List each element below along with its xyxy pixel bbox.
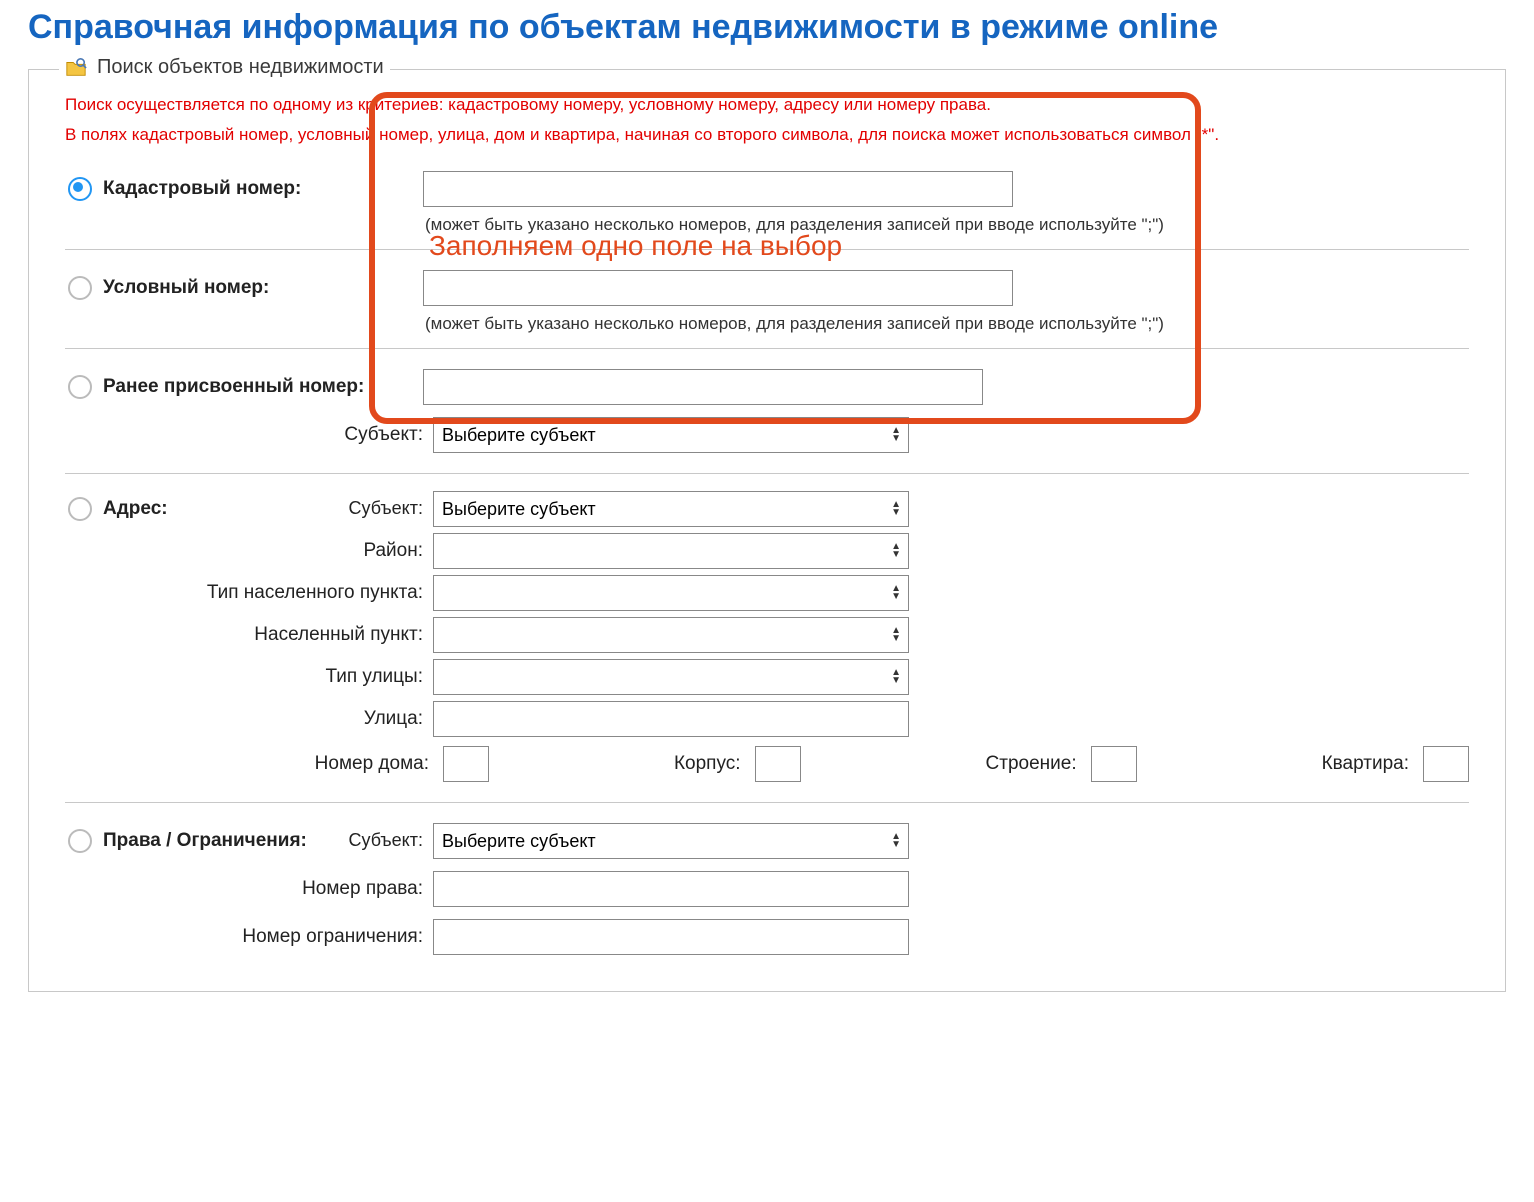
restriction-number-label: Номер ограничения:: [95, 926, 433, 948]
address-apartment-input[interactable]: [1423, 746, 1469, 782]
fieldset-legend: Поиск объектов недвижимости: [59, 56, 390, 79]
address-korpus-label: Корпус:: [674, 753, 741, 775]
address-subject-select[interactable]: Выберите субъект: [433, 491, 909, 527]
address-apartment-label: Квартира:: [1322, 753, 1409, 775]
address-settlement-select[interactable]: [433, 617, 909, 653]
page-title: Справочная информация по объектам недвиж…: [28, 8, 1506, 47]
fieldset-legend-text: Поиск объектов недвижимости: [97, 56, 384, 79]
address-settlement-label: Населенный пункт:: [95, 624, 433, 646]
previous-label: Ранее присвоенный номер:: [95, 376, 423, 398]
conditional-input[interactable]: [423, 270, 1013, 306]
radio-rights[interactable]: [65, 829, 95, 853]
restriction-number-input[interactable]: [433, 919, 909, 955]
rights-subject-label: Субъект:: [315, 830, 433, 851]
radio-address[interactable]: [65, 497, 95, 521]
address-building-label: Строение:: [986, 753, 1077, 775]
address-district-select[interactable]: [433, 533, 909, 569]
address-settlement-type-select[interactable]: [433, 575, 909, 611]
rights-subject-select[interactable]: Выберите субъект: [433, 823, 909, 859]
address-korpus-input[interactable]: [755, 746, 801, 782]
previous-input[interactable]: [423, 369, 983, 405]
radio-previous[interactable]: [65, 375, 95, 399]
rights-label: Права / Ограничения:: [95, 830, 315, 852]
divider: [65, 348, 1469, 349]
address-street-label: Улица:: [95, 708, 433, 730]
rights-number-input[interactable]: [433, 871, 909, 907]
radio-cadastral[interactable]: [65, 177, 95, 201]
divider: [65, 802, 1469, 803]
divider: [65, 473, 1469, 474]
address-label: Адрес:: [95, 498, 223, 520]
previous-subject-select[interactable]: Выберите субъект: [433, 417, 909, 453]
address-street-input[interactable]: [433, 701, 909, 737]
search-hint-2: В полях кадастровый номер, условный номе…: [65, 123, 1469, 147]
cadastral-label: Кадастровый номер:: [95, 178, 423, 200]
rights-number-label: Номер права:: [95, 878, 433, 900]
address-building-input[interactable]: [1091, 746, 1137, 782]
search-fieldset: Поиск объектов недвижимости Поиск осущес…: [28, 69, 1506, 992]
search-folder-icon: [65, 57, 87, 79]
address-house-input[interactable]: [443, 746, 489, 782]
address-settlement-type-label: Тип населенного пункта:: [95, 582, 433, 604]
address-house-label: Номер дома:: [109, 753, 429, 775]
address-subject-label: Субъект:: [223, 498, 433, 519]
address-street-type-label: Тип улицы:: [95, 666, 433, 688]
previous-subject-label: Субъект:: [95, 424, 433, 446]
search-hint-1: Поиск осуществляется по одному из критер…: [65, 93, 1469, 117]
conditional-hint: (может быть указано несколько номеров, д…: [425, 314, 1469, 334]
conditional-label: Условный номер:: [95, 277, 423, 299]
radio-conditional[interactable]: [65, 276, 95, 300]
address-district-label: Район:: [95, 540, 433, 562]
annotation-text: Заполняем одно поле на выбор: [429, 230, 842, 262]
cadastral-input[interactable]: [423, 171, 1013, 207]
address-street-type-select[interactable]: [433, 659, 909, 695]
